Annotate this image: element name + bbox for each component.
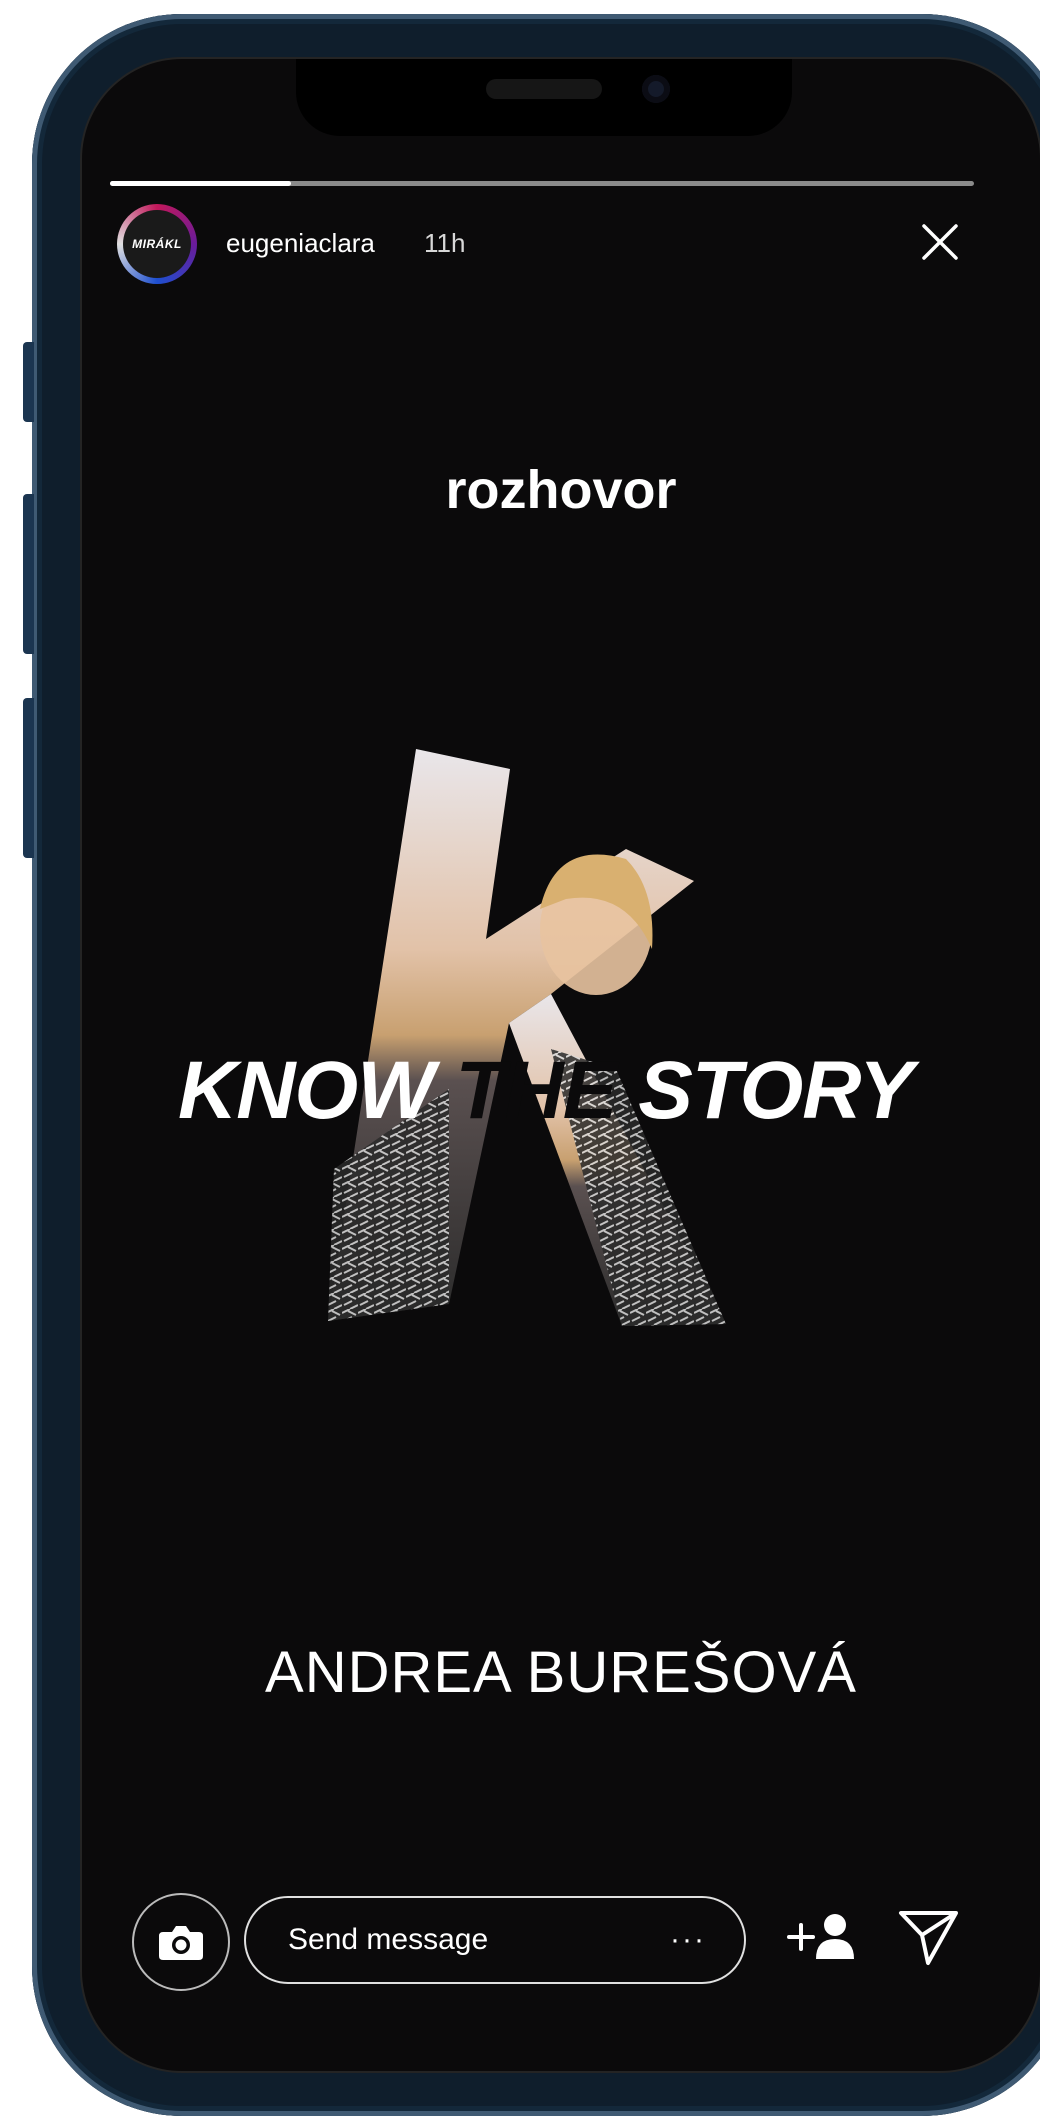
send-message-placeholder: Send message (288, 1923, 489, 1956)
person-name: ANDREA BUREŠOVÁ (265, 1640, 857, 1705)
headline-word-story: STORY (616, 1045, 914, 1136)
headline-word-know: KNOW (178, 1045, 435, 1136)
notch (296, 59, 792, 136)
camera-button[interactable] (132, 1893, 230, 1991)
story-screen[interactable]: MIRÁKL eugeniaclara 11h rozhovor KNOW TH… (82, 59, 1040, 2071)
front-camera (642, 75, 670, 103)
avatar-logo-text: MIRÁKL (123, 210, 191, 278)
story-progress-bar (110, 181, 974, 186)
story-title: rozhovor (445, 460, 677, 520)
more-options-button[interactable]: ··· (670, 1925, 706, 1955)
add-friend-icon[interactable] (786, 1911, 856, 1963)
camera-icon (159, 1926, 203, 1960)
volume-down-button (23, 698, 34, 858)
mute-switch (23, 342, 34, 422)
headline: KNOW THE STORY (178, 1044, 914, 1138)
headline-word-the: THE (433, 1045, 617, 1136)
send-icon[interactable] (898, 1907, 960, 1967)
send-message-input[interactable]: Send message ··· (244, 1896, 746, 1984)
story-progress-fill (110, 181, 292, 186)
volume-up-button (23, 494, 34, 654)
avatar[interactable]: MIRÁKL (117, 204, 197, 284)
story-timestamp: 11h (424, 228, 466, 258)
username[interactable]: eugeniaclara (226, 228, 375, 259)
close-icon[interactable] (920, 222, 960, 262)
speaker (486, 79, 602, 99)
